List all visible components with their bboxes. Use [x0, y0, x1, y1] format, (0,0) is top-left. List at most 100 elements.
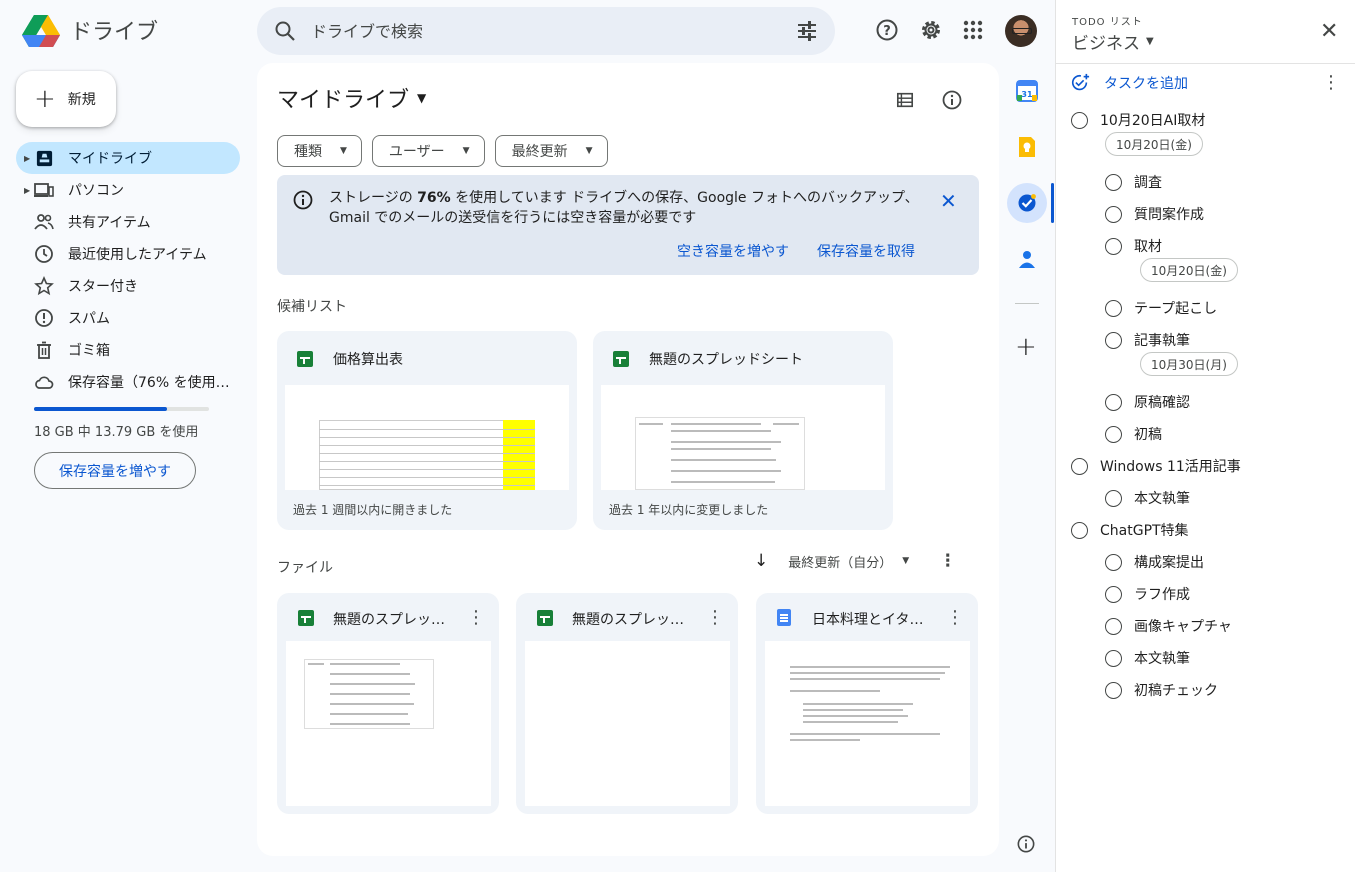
task-checkbox[interactable]: [1071, 457, 1088, 475]
task-checkbox[interactable]: [1105, 553, 1122, 571]
task-checkbox[interactable]: [1105, 425, 1122, 443]
task-title: ChatGPT特集: [1100, 523, 1189, 539]
task-checkbox[interactable]: [1105, 237, 1122, 255]
get-more-storage-button[interactable]: 保存容量を増やす: [34, 452, 196, 489]
expand-caret-icon[interactable]: ▶: [24, 186, 30, 195]
task-checkbox[interactable]: [1105, 205, 1122, 223]
trash-icon: [34, 340, 54, 360]
task-item[interactable]: 初稿: [1105, 424, 1162, 444]
get-storage-link[interactable]: 保存容量を取得: [817, 241, 915, 261]
sidebar-item-computers[interactable]: ▶ パソコン: [16, 174, 240, 206]
sidebar-item-my-drive[interactable]: ▶ マイドライブ: [16, 142, 240, 174]
tasks-icon[interactable]: [1016, 192, 1038, 214]
sidebar-item-recent[interactable]: 最近使用したアイテム: [16, 238, 240, 270]
task-checkbox[interactable]: [1105, 681, 1122, 699]
task-item[interactable]: 本文執筆: [1105, 488, 1190, 508]
more-vert-icon[interactable]: ⋮: [706, 607, 724, 628]
sidebar-item-spam[interactable]: スパム: [16, 302, 240, 334]
filter-modified-chip[interactable]: 最終更新 ▼: [494, 135, 608, 167]
file-title: 無題のスプレッドシート: [333, 612, 453, 628]
task-due-date[interactable]: 10月20日(金): [1140, 258, 1238, 282]
task-checkbox[interactable]: [1105, 489, 1122, 507]
sidebar-item-shared[interactable]: 共有アイテム: [16, 206, 240, 238]
list-view-icon[interactable]: [893, 88, 917, 112]
task-checkbox[interactable]: [1105, 173, 1122, 191]
more-vert-icon[interactable]: ⋮: [467, 607, 485, 628]
chevron-down-icon: ▼: [340, 146, 347, 156]
task-item[interactable]: 構成案提出: [1105, 552, 1204, 572]
file-card[interactable]: 無題のスプレッドシート ⋮: [277, 593, 499, 814]
task-checkbox[interactable]: [1071, 521, 1088, 539]
close-icon[interactable]: ✕: [1320, 19, 1338, 44]
suggested-title: 無題のスプレッドシート: [649, 352, 803, 368]
details-info-icon[interactable]: [940, 88, 964, 112]
task-item[interactable]: 本文執筆: [1105, 648, 1190, 668]
tasks-panel-header: TODO リスト: [1072, 17, 1143, 28]
task-title: 10月20日AI取材: [1100, 113, 1206, 129]
sidebar-item-trash[interactable]: ゴミ箱: [16, 334, 240, 366]
more-vert-icon[interactable]: ⋮: [1322, 72, 1340, 93]
page-title[interactable]: マイドライブ ▼: [277, 82, 426, 114]
info-icon[interactable]: [1017, 835, 1035, 853]
sheets-icon: [298, 610, 314, 626]
file-thumbnail: [601, 385, 885, 490]
banner-close-icon[interactable]: ✕: [940, 189, 957, 213]
task-checkbox[interactable]: [1105, 393, 1122, 411]
task-item[interactable]: 初稿チェック: [1105, 680, 1218, 700]
task-checkbox[interactable]: [1105, 299, 1122, 317]
file-card[interactable]: 無題のスプレッドシート ⋮: [516, 593, 738, 814]
chevron-down-icon: ▼: [462, 146, 470, 156]
sort-direction-arrow-icon[interactable]: ↓: [754, 551, 768, 571]
add-task-button[interactable]: タスクを追加: [1070, 73, 1188, 93]
sidebar-item-storage[interactable]: 保存容量（76% を使用中...: [16, 366, 240, 398]
drive-logo[interactable]: ドライブ: [22, 13, 158, 47]
suggested-card[interactable]: 無題のスプレッドシート 過去 1 年以内に変更しました: [593, 331, 893, 530]
search-bar[interactable]: [257, 7, 835, 55]
free-up-space-link[interactable]: 空き容量を増やす: [677, 241, 789, 261]
task-list-selector[interactable]: ビジネス ▼: [1072, 29, 1154, 54]
expand-caret-icon[interactable]: ▶: [24, 154, 30, 163]
account-avatar[interactable]: [1005, 15, 1037, 47]
keep-icon[interactable]: [1016, 136, 1038, 158]
task-due-date[interactable]: 10月30日(月): [1140, 352, 1238, 376]
task-checkbox[interactable]: [1105, 649, 1122, 667]
task-item[interactable]: 10月20日AI取材: [1071, 110, 1205, 130]
task-due-date[interactable]: 10月20日(金): [1105, 132, 1203, 156]
task-item[interactable]: 質問案作成: [1105, 204, 1204, 224]
search-input[interactable]: [311, 21, 795, 41]
filter-people-chip[interactable]: ユーザー ▼: [371, 135, 485, 167]
task-item[interactable]: 原稿確認: [1105, 392, 1190, 412]
task-item[interactable]: 取材: [1105, 236, 1162, 256]
task-item[interactable]: ChatGPT特集: [1071, 520, 1189, 540]
task-checkbox[interactable]: [1105, 617, 1122, 635]
sort-field-label[interactable]: 最終更新（自分）: [788, 552, 892, 571]
settings-gear-icon[interactable]: [918, 17, 944, 43]
search-icon[interactable]: [273, 19, 297, 43]
computer-icon: [34, 180, 54, 200]
task-item[interactable]: Windows 11活用記事: [1071, 456, 1241, 476]
contacts-icon[interactable]: [1016, 248, 1038, 270]
search-options-icon[interactable]: [795, 19, 819, 43]
filter-type-chip[interactable]: 種類 ▼: [277, 135, 362, 167]
task-checkbox[interactable]: [1105, 331, 1122, 349]
task-item[interactable]: テープ起こし: [1105, 298, 1217, 318]
chevron-down-icon[interactable]: ▼: [902, 556, 909, 566]
sidebar-item-starred[interactable]: スター付き: [16, 270, 240, 302]
new-button[interactable]: + 新規: [16, 71, 116, 127]
new-label: 新規: [67, 92, 96, 108]
task-title: 取材: [1134, 239, 1162, 255]
apps-grid-icon[interactable]: [960, 17, 986, 43]
task-item[interactable]: ラフ作成: [1105, 584, 1190, 604]
help-icon[interactable]: ?: [874, 17, 900, 43]
task-item[interactable]: 画像キャプチャ: [1105, 616, 1232, 636]
more-vert-icon[interactable]: ⋮: [939, 551, 956, 571]
add-addon-plus-icon[interactable]: +: [1015, 334, 1037, 360]
task-checkbox[interactable]: [1071, 111, 1088, 129]
more-vert-icon[interactable]: ⋮: [946, 607, 964, 628]
task-item[interactable]: 調査: [1105, 172, 1162, 192]
task-checkbox[interactable]: [1105, 585, 1122, 603]
task-item[interactable]: 記事執筆: [1105, 330, 1190, 350]
suggested-card[interactable]: 価格算出表 過去 1 週間以内に開きました: [277, 331, 577, 530]
file-card[interactable]: 日本料理とイタリア料理 ⋮: [756, 593, 978, 814]
calendar-icon[interactable]: 31: [1016, 80, 1038, 102]
